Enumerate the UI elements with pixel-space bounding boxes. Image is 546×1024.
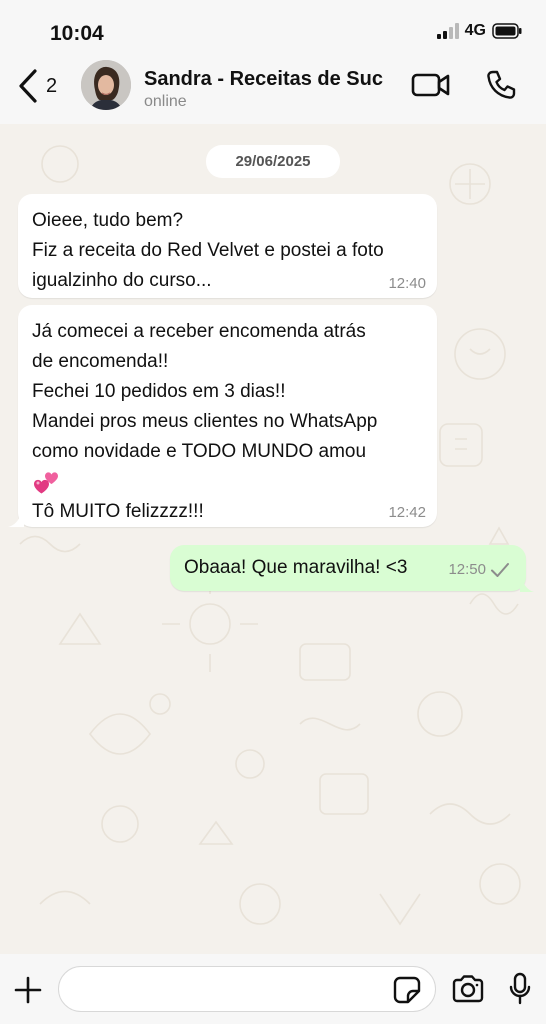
message-text: Mandei pros meus clientes no WhatsApp <box>32 411 378 432</box>
back-chevron-icon <box>19 69 37 103</box>
message-text: de encomenda!! <box>32 351 169 372</box>
attach-button[interactable] <box>14 976 42 1009</box>
contact-status: online <box>144 93 187 110</box>
message-text: Fiz a receita do Red Velvet e postei a f… <box>32 240 384 261</box>
voice-call-button[interactable] <box>485 69 517 106</box>
sticker-button[interactable] <box>393 976 421 1009</box>
phone-icon <box>487 70 516 99</box>
two-hearts-icon <box>32 467 423 497</box>
message-text: Oieee, tudo bem? <box>32 210 184 231</box>
incoming-message[interactable]: Oieee, tudo bem? Fiz a receita do Red Ve… <box>18 194 437 298</box>
microphone-icon <box>509 972 531 1005</box>
incoming-message[interactable]: Já comecei a receber encomenda atrás de … <box>18 305 437 527</box>
video-call-button[interactable] <box>411 71 451 104</box>
message-time: 12:40 <box>388 275 426 292</box>
unread-count: 2 <box>46 74 58 97</box>
voice-message-button[interactable] <box>508 972 532 1011</box>
message-input[interactable] <box>58 966 436 1012</box>
message-text: Fechei 10 pedidos em 3 dias!! <box>32 381 286 402</box>
message-text: Tô MUITO felizzzz!!! <box>32 501 204 522</box>
status-bar: 10:04 4G <box>0 0 546 58</box>
battery-icon <box>492 23 522 39</box>
message-text: Já comecei a receber encomenda atrás <box>32 321 366 342</box>
plus-icon <box>14 976 42 1004</box>
network-type: 4G <box>464 22 486 39</box>
sticker-icon <box>393 976 421 1004</box>
avatar[interactable] <box>81 60 131 110</box>
camera-icon <box>452 975 484 1003</box>
message-input-bar <box>0 954 546 1024</box>
contact-name: Sandra - Receitas de Suc <box>144 68 383 90</box>
video-camera-icon <box>411 73 450 97</box>
status-indicators: 4G <box>436 22 522 40</box>
message-text: igualzinho do curso... <box>32 270 212 291</box>
message-text: como novidade e TODO MUNDO amou <box>32 441 367 462</box>
single-check-icon <box>491 563 509 577</box>
message-time: 12:42 <box>388 504 426 521</box>
signal-strength-icon <box>436 23 459 39</box>
chat-header: 2 Sandra - Receitas de Suc online <box>0 58 546 124</box>
camera-button[interactable] <box>451 975 485 1008</box>
outgoing-message[interactable]: Obaaa! Que maravilha! <3 12:50 <box>170 545 526 591</box>
bubble-tail <box>520 574 534 592</box>
back-button[interactable]: 2 <box>18 66 57 106</box>
chat-area[interactable]: 29/06/2025 Oieee, tudo bem? Fiz a receit… <box>0 124 546 954</box>
status-time: 10:04 <box>50 22 104 45</box>
bubble-tail <box>8 507 24 527</box>
contact-info[interactable]: Sandra - Receitas de Suc online <box>144 68 399 111</box>
message-time: 12:50 <box>448 561 486 578</box>
date-separator: 29/06/2025 <box>206 145 340 178</box>
